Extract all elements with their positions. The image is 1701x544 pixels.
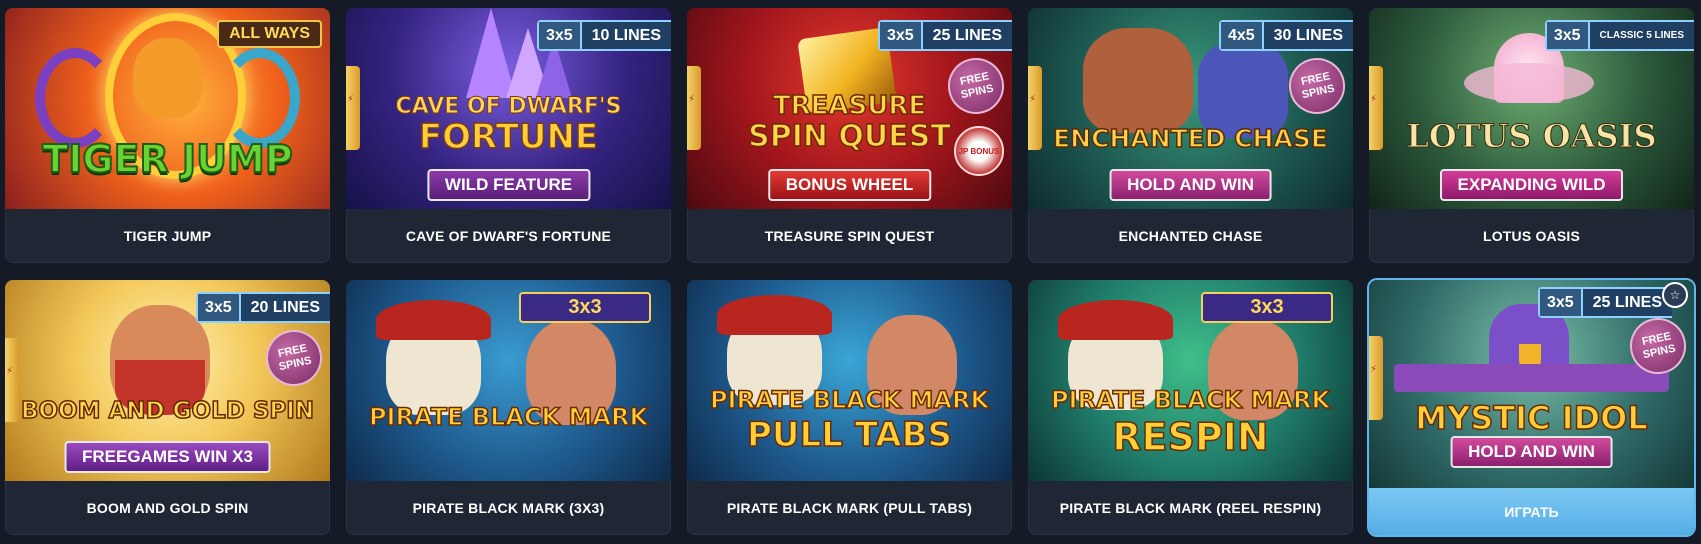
badge-lines: CLASSIC 5 LINES (1599, 30, 1684, 41)
game-logo-line2: RESPIN (1112, 415, 1270, 459)
badge-format: 3x5 (1539, 289, 1583, 316)
badge-lines: 10 LINES (591, 26, 661, 44)
game-logo-line2: SPIN QUEST (747, 119, 951, 154)
game-thumbnail[interactable]: 3x5 10 LINES CAVE OF DWARF'S FORTUNE WIL… (346, 8, 671, 209)
badge-format: 4x5 (1220, 22, 1264, 49)
badge-format: 3x5 (538, 22, 582, 49)
game-thumbnail[interactable]: 3x5 CLASSIC 5 LINES LOTUS OASIS EXPANDIN… (1369, 8, 1694, 209)
game-thumbnail[interactable]: 3x3 PIRATE BLACK MARK (346, 280, 671, 481)
feature-label: BONUS WHEEL (767, 169, 932, 201)
feature-label: EXPANDING WILD (1439, 169, 1624, 201)
format-badge-text: 3x3 (1250, 296, 1284, 318)
format-badge: 3x3 (519, 292, 651, 323)
badge-lines: 20 LINES (250, 298, 320, 316)
game-card-boom-and-gold-spin[interactable]: 3x5 20 LINES FREE SPINS BOOM AND GOLD SP… (5, 280, 330, 535)
game-card-pirate-black-mark-3x3[interactable]: 3x3 PIRATE BLACK MARK PIRATE BLACK MARK … (346, 280, 671, 535)
game-logo: ENCHANTED CHASE (1052, 124, 1328, 153)
favorite-icon[interactable]: ☆ (1662, 282, 1688, 308)
format-badge: 3x5 CLASSIC 5 LINES (1544, 20, 1694, 51)
game-logo: PIRATE BLACK MARK (368, 403, 649, 431)
feature-label: HOLD AND WIN (1109, 169, 1272, 201)
format-badge: 3x5 20 LINES (195, 292, 330, 323)
game-logo: BOOM AND GOLD SPIN (20, 398, 315, 424)
game-card-pirate-black-mark-respin[interactable]: 3x3 PIRATE BLACK MARK RESPIN PIRATE BLAC… (1028, 280, 1353, 535)
games-grid: ALL WAYS TIGER JUMP TIGER JUMP 3x5 10 LI… (5, 8, 1694, 535)
play-button[interactable]: ИГРАТЬ (1369, 488, 1694, 535)
free-spins-badge: FREE SPINS (1283, 52, 1351, 120)
feature-label: WILD FEATURE (426, 169, 591, 201)
game-card-lotus-oasis[interactable]: 3x5 CLASSIC 5 LINES LOTUS OASIS EXPANDIN… (1369, 8, 1694, 263)
format-badge: 3x5 25 LINES (877, 20, 1012, 51)
game-title: ENCHANTED CHASE (1118, 228, 1263, 244)
game-card-pirate-black-mark-pull-tabs[interactable]: PIRATE BLACK MARK PULL TABS PIRATE BLACK… (687, 280, 1012, 535)
free-spins-badge: FREE SPINS (260, 324, 328, 392)
format-badge: 3x3 (1201, 292, 1333, 323)
game-thumbnail[interactable]: ALL WAYS TIGER JUMP (5, 8, 330, 209)
game-logo-line1: PIRATE BLACK MARK (709, 386, 990, 414)
badge-lines: 25 LINES (1592, 293, 1662, 311)
game-thumbnail[interactable]: 3x5 25 LINES ☆ FREE SPINS MYSTIC IDOL HO… (1369, 280, 1694, 504)
badge-lines: 25 LINES (932, 26, 1002, 44)
game-thumbnail[interactable]: 4x5 30 LINES FREE SPINS ENCHANTED CHASE … (1028, 8, 1353, 209)
game-card-treasure-spin-quest[interactable]: 3x5 25 LINES FREE SPINS JP BONUS TREASUR… (687, 8, 1012, 263)
game-logo-line2: PULL TABS (746, 415, 952, 455)
format-badge: 3x5 25 LINES (1537, 287, 1672, 318)
game-logo: MYSTIC IDOL (1415, 399, 1649, 437)
badge-format: 3x5 (1546, 22, 1590, 49)
game-logo: TIGER JUMP (41, 137, 293, 181)
format-badge-text: ALL WAYS (229, 25, 310, 42)
game-logo-line1: TREASURE (772, 91, 927, 121)
game-thumbnail[interactable]: 3x5 20 LINES FREE SPINS BOOM AND GOLD SP… (5, 280, 330, 481)
game-title: TIGER JUMP (123, 228, 212, 244)
game-logo-line1: PIRATE BLACK MARK (1050, 386, 1331, 414)
format-badge: 4x5 30 LINES (1218, 20, 1353, 51)
feature-label: HOLD AND WIN (1450, 436, 1613, 468)
game-card-mystic-idol[interactable]: 3x5 25 LINES ☆ FREE SPINS MYSTIC IDOL HO… (1369, 280, 1694, 535)
game-title: BOOM AND GOLD SPIN (86, 500, 249, 516)
game-card-tiger-jump[interactable]: ALL WAYS TIGER JUMP TIGER JUMP (5, 8, 330, 263)
game-thumbnail[interactable]: 3x3 PIRATE BLACK MARK RESPIN (1028, 280, 1353, 481)
game-title: CAVE OF DWARF'S FORTUNE (405, 228, 612, 244)
format-badge-text: 3x3 (568, 296, 602, 318)
badge-format: 3x5 (197, 294, 241, 321)
game-title: PIRATE BLACK MARK (3X3) (412, 500, 605, 516)
game-thumbnail[interactable]: PIRATE BLACK MARK PULL TABS (687, 280, 1012, 481)
game-logo-line1: CAVE OF DWARF'S (395, 94, 622, 119)
game-card-enchanted-chase[interactable]: 4x5 30 LINES FREE SPINS ENCHANTED CHASE … (1028, 8, 1353, 263)
game-title: PIRATE BLACK MARK (PULL TABS) (726, 500, 973, 516)
game-thumbnail[interactable]: 3x5 25 LINES FREE SPINS JP BONUS TREASUR… (687, 8, 1012, 209)
badge-format: 3x5 (879, 22, 923, 49)
game-card-cave-of-dwarfs-fortune[interactable]: 3x5 10 LINES CAVE OF DWARF'S FORTUNE WIL… (346, 8, 671, 263)
game-title: LOTUS OASIS (1482, 228, 1581, 244)
format-badge: ALL WAYS (217, 20, 322, 48)
game-logo-line2: FORTUNE (418, 117, 599, 157)
game-logo: LOTUS OASIS (1406, 117, 1657, 155)
badge-lines: 30 LINES (1273, 26, 1343, 44)
game-title: TREASURE SPIN QUEST (764, 228, 935, 244)
feature-label: FREEGAMES WIN X3 (64, 441, 271, 473)
format-badge: 3x5 10 LINES (536, 20, 671, 51)
game-title: PIRATE BLACK MARK (REEL RESPIN) (1059, 500, 1322, 516)
